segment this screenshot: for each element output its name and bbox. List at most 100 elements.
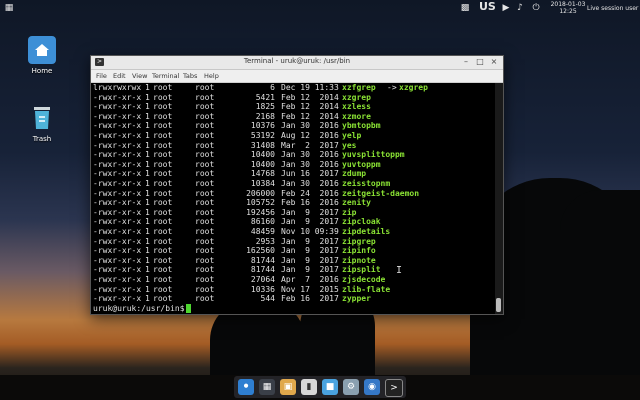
listing-perm: -rwxr-xr-x — [93, 217, 142, 227]
listing-group: root — [195, 179, 215, 188]
clock[interactable]: 2018-01-03 12:25 — [548, 1, 588, 15]
terminal-window[interactable]: > Terminal - uruk@uruk: /usr/bin – □ × F… — [90, 55, 504, 315]
scrollbar-thumb[interactable] — [496, 298, 501, 312]
shell-prompt[interactable]: uruk@uruk:/usr/bin$ — [93, 304, 191, 314]
listing-size: 14768 — [250, 169, 275, 179]
listing-date: Aug 12 2016 — [281, 131, 339, 140]
web-browser-icon[interactable]: ◉ — [364, 379, 380, 395]
close-button[interactable]: × — [489, 57, 499, 67]
listing-perm: -rwxr-xr-x — [93, 294, 142, 304]
minimize-button[interactable]: – — [461, 57, 471, 67]
listing-row: lrwxrwxrwx 1 root root 6 Dec 19 11:33 xzfgrep -… — [91, 83, 495, 93]
listing-row: -rwxr-xr-x 1 root root 86160 Jan 9 2017 zipclo… — [91, 217, 495, 227]
listing-date: Apr 7 2016 — [281, 275, 339, 284]
listing-group: root — [195, 121, 215, 131]
app-finder-icon[interactable]: ⚫ — [238, 379, 254, 395]
listing-size: 2168 — [255, 111, 275, 121]
volume-icon[interactable]: ♪ — [515, 3, 525, 13]
listing-perm: -rwxr-xr-x — [93, 92, 142, 102]
files-icon[interactable]: ▦ — [259, 379, 275, 395]
listing-size: 86160 — [250, 217, 275, 227]
listing-size: 10384 — [250, 179, 275, 188]
menu-bar: File Edit View Terminal Tabs Help — [91, 70, 503, 83]
symlink-target: xzgrep — [399, 83, 428, 92]
listing-date: Feb 16 2017 — [281, 294, 339, 304]
listing-size: 10400 — [250, 159, 275, 169]
listing-row: -rwxr-xr-x 1 root root 10400 Jan 30 2016 yuvto… — [91, 160, 495, 170]
settings-icon[interactable]: ⚙ — [343, 379, 359, 395]
listing-name: yuvsplittoppm — [342, 150, 405, 160]
app-menu-icon[interactable]: ▦ — [4, 3, 14, 13]
listing-group: root — [195, 150, 215, 160]
listing-perm: -rwxr-xr-x — [93, 198, 142, 208]
maximize-button[interactable]: □ — [475, 57, 485, 67]
listing-links: 1 — [145, 131, 150, 140]
menu-file[interactable]: File — [96, 72, 107, 80]
listing-size: 2953 — [255, 236, 275, 246]
listing-row: -rwxr-xr-x 1 root root 10376 Jan 30 2016 ybmto… — [91, 121, 495, 131]
listing-name: zipgrep — [342, 236, 376, 246]
listing-links: 1 — [145, 294, 150, 304]
listing-date: Jan 9 2017 — [281, 265, 339, 275]
keyboard-layout-indicator[interactable]: US — [479, 1, 496, 12]
terminal-scrollbar[interactable] — [495, 83, 503, 314]
desktop-icon-label: Home — [31, 67, 53, 75]
listing-date: Jan 9 2017 — [281, 246, 339, 256]
listing-links: 1 — [145, 198, 150, 208]
listing-row: -rwxr-xr-x 1 root root 2168 Feb 12 2014 xzmore — [91, 112, 495, 122]
listing-row: -rwxr-xr-x 1 root root 2953 Jan 9 2017 zipgrep — [91, 237, 495, 247]
document-icon[interactable]: ▮ — [301, 379, 317, 395]
dock: ⚫ ▦ ▣ ▮ ■ ⚙ ◉ > — [234, 376, 406, 398]
listing-owner: root — [153, 102, 173, 112]
home-folder-icon — [28, 36, 56, 64]
listing-links: 1 — [145, 83, 150, 92]
power-icon[interactable]: ⏻ — [531, 3, 541, 13]
listing-row: -rwxr-xr-x 1 root root 206000 Feb 24 2016 zeit… — [91, 189, 495, 199]
menu-help[interactable]: Help — [204, 72, 219, 80]
listing-date: Feb 12 2014 — [281, 111, 339, 121]
listing-perm: -rwxr-xr-x — [93, 102, 142, 112]
listing-row: -rwxr-xr-x 1 root root 192456 Jan 9 2017 zip — [91, 208, 495, 218]
notification-icon[interactable]: ▶ — [501, 3, 511, 13]
listing-owner: root — [153, 265, 173, 275]
listing-row: -rwxr-xr-x 1 root root 10384 Jan 30 2016 zeiss… — [91, 179, 495, 189]
desktop-icon-home[interactable]: Home — [17, 36, 67, 75]
listing-size: 31408 — [250, 140, 275, 150]
listing-row: -rwxr-xr-x 1 root root 27064 Apr 7 2016 zjsdec… — [91, 275, 495, 285]
menu-view[interactable]: View — [132, 72, 147, 80]
listing-owner: root — [153, 140, 173, 150]
listing-links: 1 — [145, 207, 150, 217]
listing-size: 544 — [260, 294, 275, 304]
listing-date: Jan 9 2017 — [281, 207, 339, 217]
listing-perm: -rwxr-xr-x — [93, 265, 142, 275]
session-user-label[interactable]: Live session user — [587, 5, 638, 12]
store-icon[interactable]: ▣ — [280, 379, 296, 395]
terminal-output[interactable]: lrwxrwxrwx 1 root root 6 Dec 19 11:33 xzfgrep -… — [91, 83, 495, 314]
listing-owner: root — [153, 275, 173, 284]
menu-terminal[interactable]: Terminal — [152, 72, 179, 80]
listing-size: 206000 — [246, 188, 275, 198]
listing-links: 1 — [145, 150, 150, 160]
desktop-icon-trash[interactable]: Trash — [17, 104, 67, 143]
listing-size: 1825 — [255, 102, 275, 112]
listing-date: Feb 12 2014 — [281, 92, 339, 102]
listing-group: root — [195, 83, 215, 92]
network-icon[interactable]: ▩ — [460, 3, 470, 13]
listing-group: root — [195, 102, 215, 112]
listing-perm: -rwxr-xr-x — [93, 284, 142, 294]
symlink-arrow: -> — [387, 83, 397, 92]
desktop-icon[interactable]: ■ — [322, 379, 338, 395]
listing-size: 81744 — [250, 255, 275, 265]
menu-edit[interactable]: Edit — [113, 72, 126, 80]
listing-size: 10400 — [250, 150, 275, 160]
mouse-ibeam-cursor: I — [396, 265, 403, 276]
listing-name: xzgrep — [342, 92, 371, 102]
listing-name: zjsdecode — [342, 275, 386, 284]
listing-date: Jan 30 2016 — [281, 150, 339, 160]
menu-tabs[interactable]: Tabs — [183, 72, 197, 80]
listing-name: zipnote — [342, 255, 376, 265]
terminal-icon[interactable]: > — [385, 379, 403, 397]
window-titlebar[interactable]: > Terminal - uruk@uruk: /usr/bin – □ × — [91, 56, 503, 70]
listing-name: zip — [342, 207, 357, 217]
listing-owner: root — [153, 217, 173, 227]
